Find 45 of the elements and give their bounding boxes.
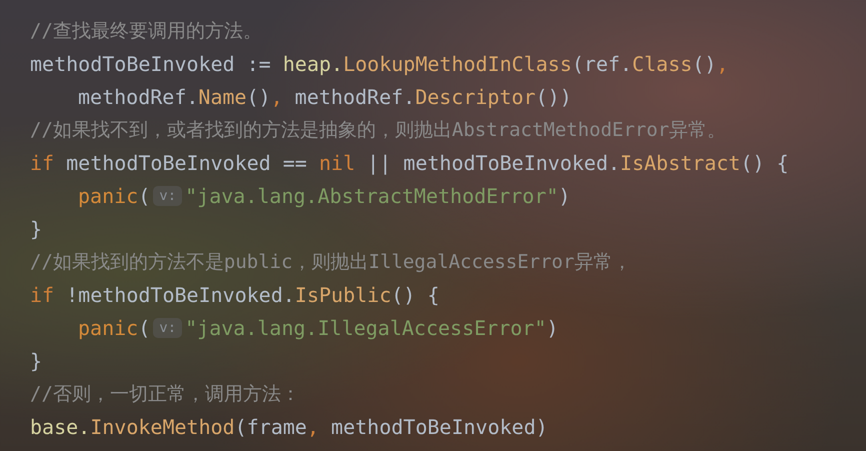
parameter-hint: v: xyxy=(153,318,182,338)
method-name: IsAbstract xyxy=(620,150,740,174)
code-text: ()) xyxy=(536,84,572,108)
method-name: Name xyxy=(198,84,247,108)
code-text: methodToBeInvoked == xyxy=(65,150,308,174)
code-text: || methodToBeInvoked. xyxy=(366,150,620,174)
string-literal: "java.lang.AbstractMethodError" xyxy=(185,184,558,208)
code-text: ) xyxy=(546,316,558,340)
keyword: , xyxy=(716,52,728,76)
method-name: LookupMethodInClass xyxy=(343,52,572,76)
method-name: Descriptor xyxy=(415,84,536,108)
keyword: if xyxy=(30,282,54,306)
code-comment: //查找最终要调用的方法。 xyxy=(30,18,262,44)
parameter-hint: v: xyxy=(153,186,182,206)
package-name: heap. xyxy=(282,52,344,76)
code-text: } xyxy=(30,348,42,372)
code-comment: //如果找不到，或者找到的方法是抽象的，则抛出AbstractMethodError异常。 xyxy=(30,118,726,142)
keyword: , xyxy=(306,414,320,438)
code-text: (frame xyxy=(234,414,307,438)
code-text: () { xyxy=(391,282,440,306)
code-comment: //如果找到的方法不是public，则抛出IllegalAccessError异常， xyxy=(30,250,632,274)
package-name: base. xyxy=(30,414,90,438)
keyword: , xyxy=(270,84,283,108)
keyword: if xyxy=(30,150,54,174)
builtin-function: panic xyxy=(78,184,138,208)
code-text: ) xyxy=(558,184,570,208)
code-text: methodToBeInvoked) xyxy=(330,414,548,438)
method-name: Class xyxy=(632,52,692,76)
code-text: (ref. xyxy=(572,52,632,76)
code-text: methodRef. xyxy=(78,84,198,108)
builtin-function: panic xyxy=(78,316,138,340)
code-text: () xyxy=(246,84,271,108)
code-text: } xyxy=(30,216,42,240)
code-text: ( xyxy=(138,316,150,340)
code-text: !methodToBeInvoked. xyxy=(65,282,295,306)
code-text: () { xyxy=(740,150,789,174)
code-text: methodRef. xyxy=(294,84,416,108)
code-text: ( xyxy=(138,184,150,208)
method-name: InvokeMethod xyxy=(90,414,235,438)
method-name: IsPublic xyxy=(294,282,392,306)
code-text: methodToBeInvoked := xyxy=(30,52,272,76)
code-comment: //否则，一切正常，调用方法： xyxy=(30,382,300,406)
keyword: nil xyxy=(319,150,356,174)
code-text: () xyxy=(692,52,716,76)
string-literal: "java.lang.IllegalAccessError" xyxy=(185,316,546,340)
